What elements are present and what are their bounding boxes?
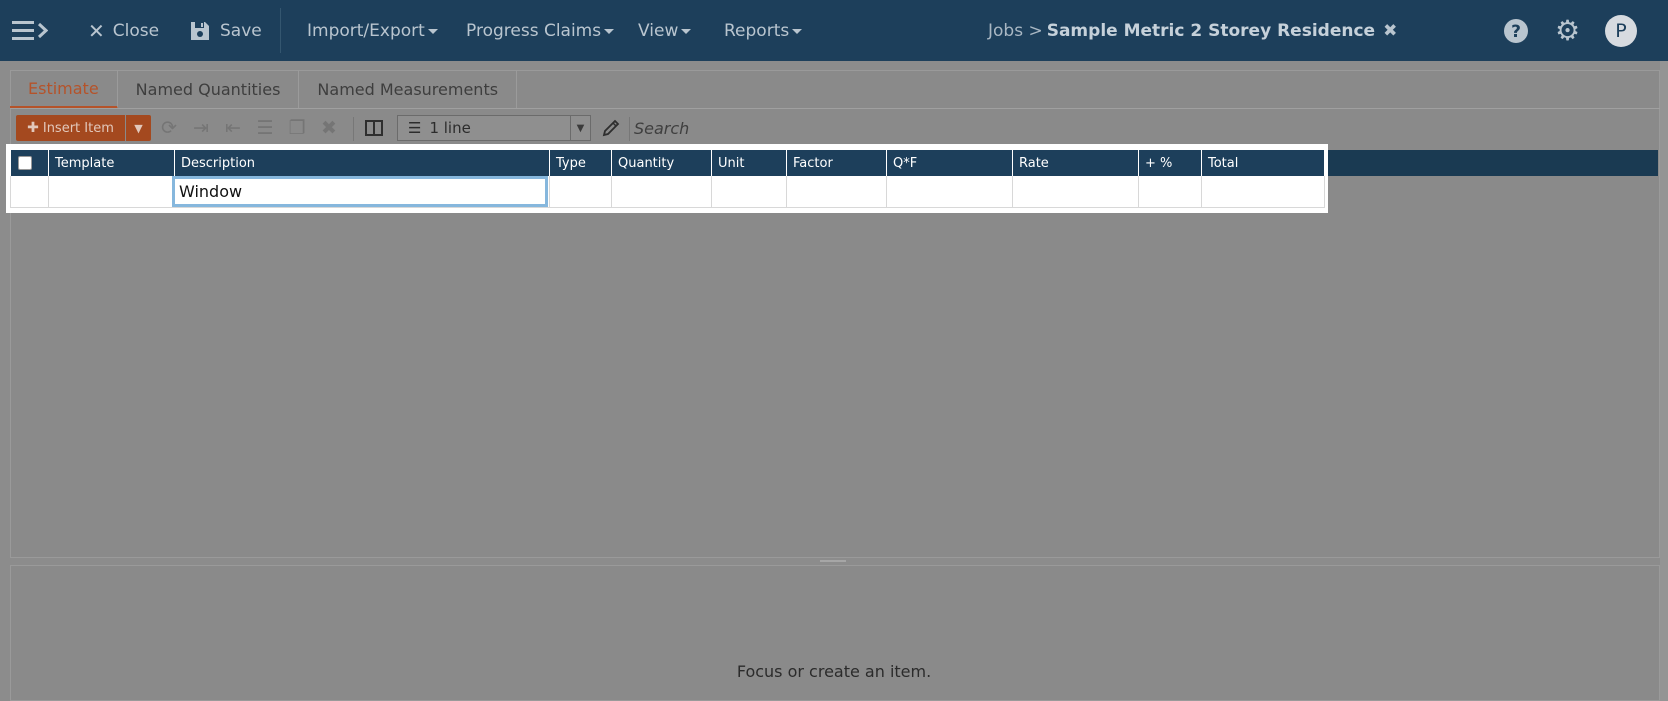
column-header[interactable]: Type — [549, 150, 612, 176]
column-header[interactable]: + % — [1138, 150, 1202, 176]
grid-header-row: Template Description Type Quantity Unit … — [10, 150, 1325, 176]
view-menu[interactable]: View — [638, 0, 692, 61]
column-header[interactable]: Quantity — [611, 150, 712, 176]
insert-item-label: Insert Item — [42, 120, 114, 136]
column-header[interactable]: Factor — [786, 150, 887, 176]
divider — [353, 117, 354, 141]
chevron-down-icon — [427, 29, 438, 34]
close-button[interactable]: ✕ Close — [88, 0, 159, 61]
search-input[interactable] — [634, 115, 934, 141]
svg-text:?: ? — [1511, 22, 1521, 42]
close-icon: ✕ — [88, 18, 105, 43]
rate-cell[interactable] — [1012, 176, 1139, 208]
outdent-icon[interactable]: ⇤ — [220, 115, 246, 141]
insert-item-button[interactable]: ✚ Insert Item — [16, 115, 125, 141]
scrollbar[interactable] — [1660, 61, 1668, 701]
qf-cell[interactable] — [886, 176, 1013, 208]
unit-cell[interactable] — [711, 176, 787, 208]
job-title: Sample Metric 2 Storey Residence — [1046, 20, 1376, 41]
panel-splitter-handle[interactable] — [820, 560, 846, 562]
tab-named-quantities[interactable]: Named Quantities — [118, 70, 300, 109]
chevron-down-icon — [792, 29, 803, 34]
column-header[interactable]: Template — [48, 150, 175, 176]
type-cell[interactable] — [549, 176, 612, 208]
breadcrumb: Jobs > Sample Metric 2 Storey Residence … — [988, 0, 1397, 61]
grid-header-extension — [1320, 150, 1658, 176]
progress-claims-menu[interactable]: Progress Claims — [466, 0, 615, 61]
column-header[interactable]: Q*F — [886, 150, 1013, 176]
insert-options-dropdown[interactable]: ▼ — [126, 115, 151, 141]
template-cell[interactable] — [48, 176, 175, 208]
save-button[interactable]: Save — [190, 0, 262, 61]
close-job-icon[interactable]: ✖ — [1383, 21, 1397, 41]
column-header[interactable]: Unit — [711, 150, 787, 176]
menu-toggle-icon[interactable] — [12, 0, 48, 61]
import-export-menu[interactable]: Import/Export — [307, 0, 438, 61]
chevron-down-icon — [681, 29, 692, 34]
tab-divider — [10, 108, 1660, 109]
pencil-icon[interactable] — [598, 115, 624, 141]
table-row[interactable] — [10, 176, 1325, 208]
column-header[interactable]: Total — [1201, 150, 1325, 176]
copy-icon[interactable]: ❐ — [284, 115, 310, 141]
reports-menu[interactable]: Reports — [724, 0, 803, 61]
divider — [629, 117, 630, 141]
detail-empty-message: Focus or create an item. — [736, 662, 932, 681]
estimate-panel — [10, 70, 1660, 558]
divider — [280, 8, 281, 53]
select-all-header — [10, 150, 49, 176]
chevron-down-icon: ▼ — [570, 116, 590, 140]
row-select-cell[interactable] — [10, 176, 49, 208]
total-cell[interactable] — [1201, 176, 1325, 208]
plus-icon: ✚ — [27, 120, 39, 136]
columns-icon[interactable] — [361, 115, 387, 141]
estimate-grid: Template Description Type Quantity Unit … — [7, 145, 1327, 212]
gear-icon[interactable]: ⚙ — [1555, 0, 1580, 61]
delete-icon[interactable]: ✖ — [316, 115, 342, 141]
description-editor[interactable] — [172, 176, 548, 207]
select-all-checkbox[interactable] — [17, 156, 32, 170]
lines-icon: ☰ — [408, 119, 422, 137]
tab-estimate[interactable]: Estimate — [10, 70, 118, 109]
tab-named-measurements[interactable]: Named Measurements — [299, 70, 518, 109]
top-navbar: ✕ Close Save Import/Export Progress Clai… — [0, 0, 1668, 61]
chevron-down-icon — [604, 29, 615, 34]
column-header[interactable]: Description — [174, 150, 550, 176]
column-header[interactable]: Rate — [1012, 150, 1139, 176]
avatar[interactable]: P — [1605, 15, 1637, 47]
line-count-select[interactable]: ☰ 1 line ▼ — [397, 115, 591, 141]
save-icon — [191, 21, 209, 40]
close-label: Close — [112, 20, 160, 41]
numbered-list-icon[interactable]: ☰ — [252, 115, 278, 141]
factor-cell[interactable] — [786, 176, 887, 208]
line-count-value: 1 line — [429, 119, 471, 137]
refresh-icon[interactable]: ⟳ — [156, 115, 182, 141]
breadcrumb-jobs-link[interactable]: Jobs > — [988, 21, 1043, 41]
description-cell[interactable] — [172, 176, 550, 208]
indent-icon[interactable]: ⇥ — [188, 115, 214, 141]
percent-cell[interactable] — [1138, 176, 1202, 208]
save-label: Save — [220, 20, 262, 41]
help-icon[interactable]: ? — [1503, 0, 1529, 61]
quantity-cell[interactable] — [611, 176, 712, 208]
tab-bar: Estimate Named Quantities Named Measurem… — [10, 70, 518, 109]
